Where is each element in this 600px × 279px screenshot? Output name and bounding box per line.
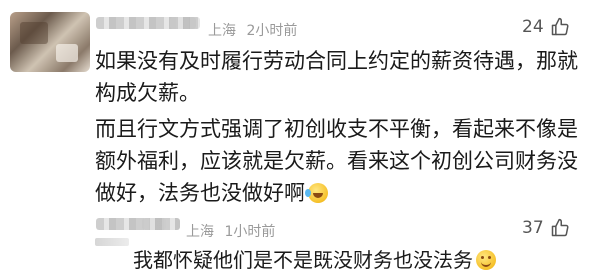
comment-body: 如果没有及时履行劳动合同上约定的薪资待遇，那就构成欠薪。 而且行文方式强调了初创… <box>95 45 580 209</box>
thumbs-up-icon[interactable] <box>550 17 570 37</box>
comment-meta: 上海 2小时前 <box>208 20 297 40</box>
comment-paragraph: 如果没有及时履行劳动合同上约定的薪资待遇，那就构成欠薪。 <box>95 49 578 105</box>
reply-location: 上海 <box>186 224 214 240</box>
reply-avatar-redacted <box>95 238 129 246</box>
reply-username-redacted[interactable] <box>142 218 180 230</box>
reply-body: 我都怀疑他们是不是既没财务也没法务 <box>133 246 496 274</box>
smile-emoji <box>476 250 496 270</box>
reply-like-count: 37 <box>522 218 544 238</box>
reply-text: 我都怀疑他们是不是既没财务也没法务 <box>133 248 473 272</box>
username-redacted[interactable] <box>170 17 200 29</box>
comment-paragraph-text: 而且行文方式强调了初创收支不平衡，看起来不像是额外福利，应该就是欠薪。看来这个初… <box>95 117 578 205</box>
like-count: 24 <box>522 17 544 37</box>
comment-paragraph: 而且行文方式强调了初创收支不平衡，看起来不像是额外福利，应该就是欠薪。看来这个初… <box>95 113 580 209</box>
comment-thread: 上海 2小时前 24 如果没有及时履行劳动合同上约定的薪资待遇，那就构成欠薪。 … <box>0 0 600 279</box>
reply-like-button[interactable]: 37 <box>522 218 570 238</box>
laughing-tears-emoji <box>305 183 328 203</box>
comment-location: 上海 <box>208 23 236 39</box>
avatar[interactable] <box>10 12 90 72</box>
reply-time: 1小时前 <box>224 224 276 240</box>
reply-meta: 上海 1小时前 <box>186 221 275 241</box>
like-button[interactable]: 24 <box>522 17 570 37</box>
thumbs-up-icon[interactable] <box>550 218 570 238</box>
comment-time: 2小时前 <box>246 23 298 39</box>
